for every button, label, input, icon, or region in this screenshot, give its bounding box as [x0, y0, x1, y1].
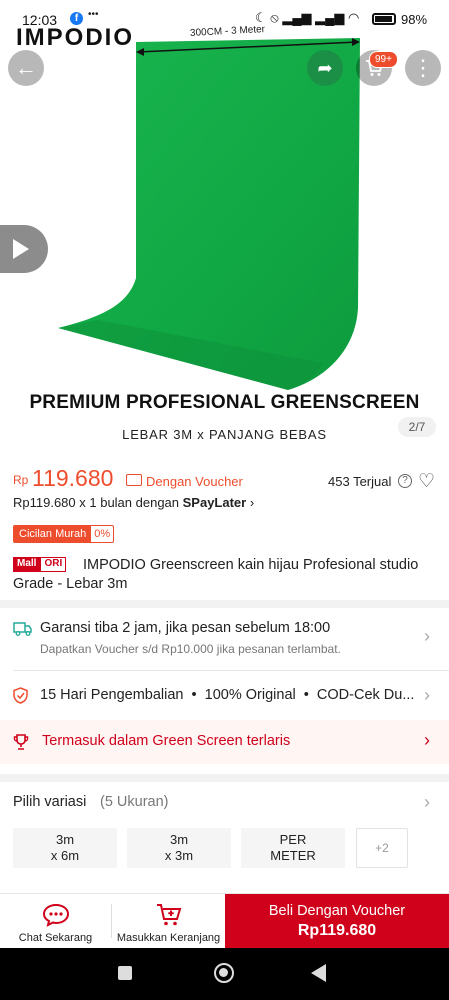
cicilan-label: Cicilan Murah: [14, 526, 92, 542]
variation-more-button[interactable]: +2: [356, 828, 408, 868]
cart-count-badge: 99+: [369, 51, 398, 68]
play-video-button[interactable]: [0, 225, 48, 273]
section-divider: [0, 600, 449, 608]
heart-icon[interactable]: ♡: [418, 470, 435, 493]
image-pager: 2/7: [398, 417, 436, 437]
chat-icon: [42, 903, 69, 927]
variation-count: (5 Ukuran): [100, 794, 169, 810]
best-seller-text: Termasuk dalam Green Screen terlaris: [42, 733, 291, 749]
shipping-row[interactable]: Garansi tiba 2 jam, jika pesan sebelum 1…: [0, 608, 449, 668]
share-icon: ➦: [317, 58, 333, 78]
buy-price: Rp119.680: [297, 922, 377, 939]
variation-header[interactable]: Pilih variasi (5 Ukuran) ›: [0, 782, 449, 820]
product-image-carousel[interactable]: 12:03 f ••• ☾ ⦸ ▂▄▆ ▂▄▆ ◠ 98% IMPODIO 30…: [0, 0, 449, 447]
variation-option-line1: 3m: [55, 832, 75, 847]
back-nav-icon[interactable]: [311, 964, 326, 982]
chevron-right-icon: ›: [424, 792, 430, 812]
chevron-right-icon: ›: [249, 495, 255, 510]
sold-count: 453 Terjual: [328, 474, 392, 489]
promo-subtitle: LEBAR 3M x PANJANG BEBAS: [122, 427, 327, 442]
chevron-right-icon: ›: [424, 685, 430, 705]
variation-option-line2: METER: [270, 848, 316, 863]
variation-option-line1: 3m: [169, 832, 189, 847]
more-vertical-icon: ⋮: [412, 55, 434, 80]
bottom-action-bar: Chat Sekarang Masukkan Keranjang Beli De…: [0, 893, 449, 949]
add-to-cart-label: Masukkan Keranjang: [116, 932, 221, 944]
status-icons: ☾ ⦸ ▂▄▆ ▂▄▆ ◠: [255, 10, 360, 25]
variation-option-line1: PER: [279, 832, 307, 847]
home-icon[interactable]: [214, 963, 234, 983]
buy-with-voucher-button[interactable]: Beli Dengan Voucher Rp119.680: [225, 894, 449, 949]
chevron-right-icon: ›: [424, 626, 430, 646]
shipping-subtitle: Dapatkan Voucher s/d Rp10.000 jika pesan…: [40, 642, 341, 656]
shield-icon: [13, 687, 28, 704]
trophy-icon: [13, 734, 29, 750]
voucher-icon: [126, 474, 142, 486]
cicilan-rate: 0%: [94, 528, 111, 540]
shipping-title: Garansi tiba 2 jam, jika pesan sebelum 1…: [40, 620, 331, 636]
variation-option-line2: x 3m: [164, 848, 194, 863]
row-divider: [13, 670, 449, 671]
recent-apps-icon[interactable]: [118, 966, 132, 980]
battery-percent: 98%: [401, 12, 428, 27]
price-amount: 119.680: [32, 465, 114, 491]
variation-label: Pilih variasi: [13, 794, 87, 810]
guarantee-row[interactable]: 15 Hari Pengembalian • 100% Original • C…: [0, 672, 449, 718]
chat-label: Chat Sekarang: [18, 932, 93, 944]
add-to-cart-button[interactable]: Masukkan Keranjang: [112, 894, 225, 949]
more-notifications-icon: •••: [88, 9, 99, 20]
product-title: IMPODIO Greenscreen kain hijau Profesion…: [13, 557, 419, 592]
promo-title: PREMIUM PROFESIONAL GREENSCREEN: [29, 392, 420, 413]
guarantee-text: 15 Hari Pengembalian • 100% Original • C…: [40, 687, 415, 703]
chevron-right-icon: ›: [424, 730, 430, 750]
greenscreen-backdrop-image: [58, 38, 360, 390]
chat-button[interactable]: Chat Sekarang: [0, 894, 111, 949]
buy-label: Beli Dengan Voucher: [268, 903, 406, 919]
share-button[interactable]: ➦: [307, 50, 343, 86]
arrow-left-icon: ←: [15, 55, 37, 80]
more-options-button[interactable]: ⋮: [405, 50, 441, 86]
variation-option-line2: x 6m: [50, 848, 80, 863]
variation-option-per-meter[interactable]: PER METER: [241, 828, 345, 868]
truck-icon: [13, 622, 32, 636]
back-button[interactable]: ←: [8, 50, 44, 86]
variation-option-3m-x-6m[interactable]: 3m x 6m: [13, 828, 117, 868]
installment-brand: SPayLater: [182, 495, 247, 510]
add-cart-icon: [156, 904, 181, 926]
installment-info[interactable]: Rp119.680 x 1 bulan dengan SPayLater ›: [13, 495, 254, 510]
section-divider: [0, 774, 449, 782]
variation-option-3m-x-3m[interactable]: 3m x 3m: [127, 828, 231, 868]
help-icon[interactable]: ?: [398, 474, 412, 488]
price-currency: Rp: [13, 473, 29, 487]
battery-icon: [372, 13, 396, 25]
voucher-label[interactable]: Dengan Voucher: [146, 474, 243, 489]
cicilan-badge: Cicilan Murah 0%: [13, 525, 115, 543]
installment-prefix: Rp119.680 x 1 bulan dengan: [13, 495, 183, 510]
best-seller-row[interactable]: Termasuk dalam Green Screen terlaris ›: [0, 720, 449, 764]
